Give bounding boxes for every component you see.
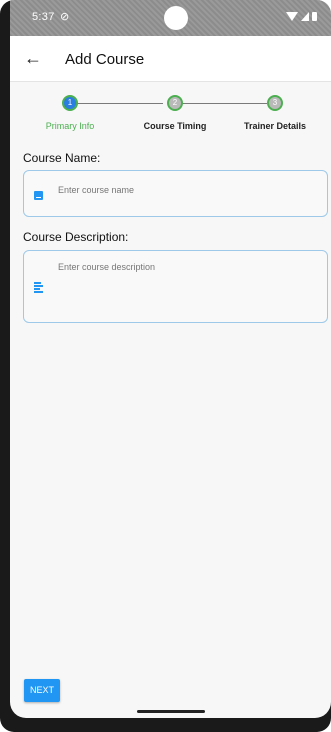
do-not-disturb-icon: ⊘ [60, 11, 70, 23]
status-icons [286, 12, 317, 21]
stepper: 1 2 3 Primary Info Course Timing Trainer… [10, 90, 331, 136]
wifi-icon [286, 12, 298, 21]
step-2-label: Course Timing [143, 121, 207, 131]
step-3-indicator[interactable]: 3 [267, 95, 283, 111]
next-button[interactable]: NEXT [24, 679, 60, 702]
camera-cutout [164, 6, 188, 30]
course-description-input[interactable]: Enter course description [23, 250, 328, 323]
home-indicator[interactable] [137, 710, 205, 713]
signal-icon [301, 12, 309, 21]
course-description-label: Course Description: [23, 230, 129, 244]
step-3-label: Trainer Details [243, 121, 307, 131]
app-bar: ← Add Course [10, 36, 331, 82]
step-1-indicator[interactable]: 1 [62, 95, 78, 111]
page-title: Add Course [65, 51, 145, 68]
step-connector [70, 103, 163, 104]
course-name-placeholder: Enter course name [58, 185, 135, 195]
course-name-label: Course Name: [23, 151, 101, 165]
step-number: 2 [172, 98, 178, 107]
step-2-indicator[interactable]: 2 [167, 95, 183, 111]
step-number: 3 [272, 98, 278, 107]
device-frame: 5:37 ⊘ ← Add Course 1 2 3 Primary Info C… [0, 0, 331, 732]
arrow-left-icon[interactable]: ← [24, 48, 42, 68]
notes-icon [34, 282, 43, 294]
step-number: 1 [67, 98, 73, 107]
battery-icon [312, 12, 317, 21]
status-bar: 5:37 ⊘ [10, 0, 331, 36]
book-icon [34, 191, 43, 200]
step-connector [179, 103, 267, 104]
course-name-input[interactable]: Enter course name [23, 170, 328, 217]
step-1-label: Primary Info [45, 121, 95, 131]
status-time: 5:37 [32, 11, 55, 23]
screen: 5:37 ⊘ ← Add Course 1 2 3 Primary Info C… [10, 0, 331, 718]
course-description-placeholder: Enter course description [58, 262, 156, 272]
